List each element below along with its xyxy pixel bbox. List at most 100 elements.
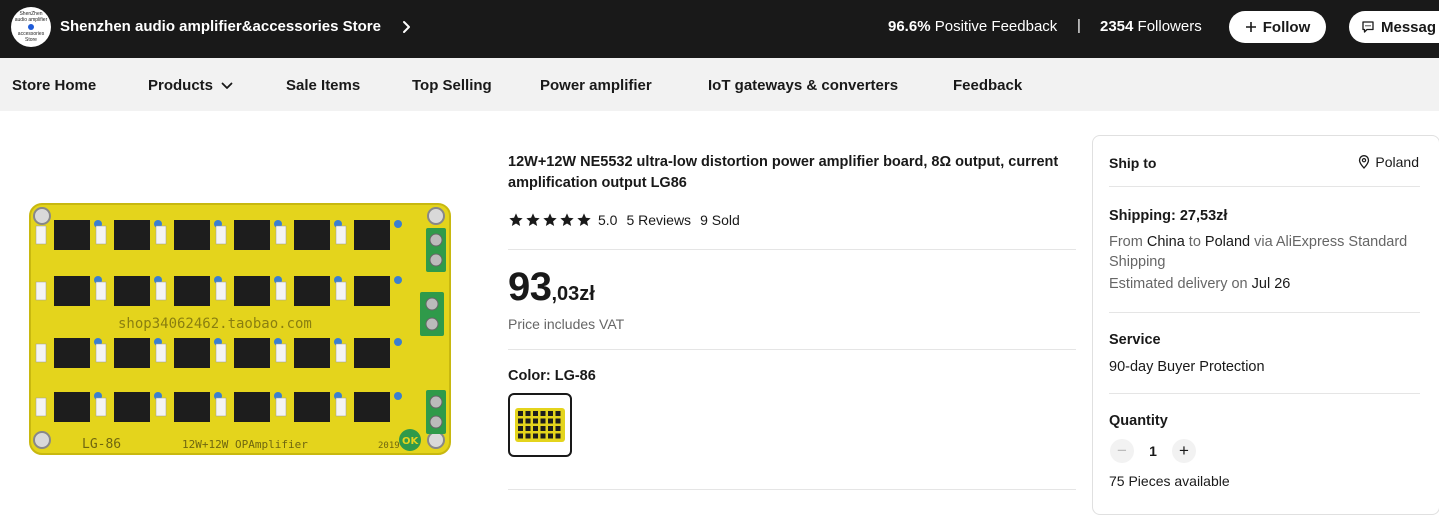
divider bbox=[508, 249, 1076, 250]
location-pin-icon bbox=[1359, 155, 1370, 169]
color-label: Color: LG-86 bbox=[508, 368, 596, 384]
nav-label: Products bbox=[148, 77, 214, 94]
board-resistor bbox=[155, 397, 167, 417]
follow-label: Follow bbox=[1262, 18, 1311, 36]
ship-to-selector[interactable]: Poland bbox=[1358, 154, 1419, 170]
estimated-delivery: Estimated delivery on Jul 26 bbox=[1109, 276, 1290, 292]
nav-label: Feedback bbox=[953, 77, 1023, 94]
board-chip bbox=[234, 338, 270, 368]
swatch-chip bbox=[533, 433, 538, 439]
board-resistor bbox=[215, 397, 227, 417]
board-chip bbox=[234, 392, 270, 422]
board-resistor bbox=[335, 343, 347, 363]
swatch-chip bbox=[548, 418, 553, 424]
from-word: From bbox=[1109, 234, 1143, 250]
board-chip bbox=[174, 338, 210, 368]
nav-power-amplifier[interactable]: Power amplifier bbox=[540, 77, 652, 94]
swatch-chip bbox=[525, 426, 531, 431]
nav-feedback[interactable]: Feedback bbox=[953, 77, 1022, 94]
shipping-route: From China to Poland via AliExpress Stan… bbox=[1109, 232, 1409, 272]
positive-feedback-label: Positive Feedback bbox=[934, 18, 1058, 35]
board-chip bbox=[114, 220, 150, 250]
message-button[interactable]: Messag bbox=[1349, 11, 1439, 43]
star-icon bbox=[560, 213, 574, 226]
delivery-date: Jul 26 bbox=[1251, 276, 1291, 292]
swatch-chip bbox=[540, 433, 546, 439]
swatch-chip bbox=[555, 426, 561, 431]
board-chip bbox=[294, 220, 330, 250]
board-year-text: 2019 bbox=[378, 441, 400, 451]
swatch-chip bbox=[533, 411, 538, 416]
board-resistor bbox=[35, 281, 47, 301]
delivery-prefix: Estimated delivery on bbox=[1109, 276, 1248, 292]
divider bbox=[508, 349, 1076, 350]
nav-iot-gateways[interactable]: IoT gateways & converters bbox=[708, 77, 898, 94]
pieces-available: 75 Pieces available bbox=[1109, 473, 1230, 489]
nav-products[interactable]: Products bbox=[148, 77, 233, 94]
price-decimal: ,03zł bbox=[551, 283, 595, 305]
star-icon bbox=[526, 213, 540, 226]
board-label-text: 12W+12W OPAmplifier bbox=[182, 438, 308, 451]
chevron-down-icon bbox=[221, 82, 233, 89]
nav-store-home[interactable]: Store Home bbox=[12, 77, 96, 94]
board-chip bbox=[54, 220, 90, 250]
board-chip bbox=[294, 392, 330, 422]
board-watermark-text: shop34062462.taobao.com bbox=[118, 316, 312, 332]
swatch-chip bbox=[518, 418, 523, 424]
board-resistor bbox=[215, 281, 227, 301]
store-logo-line: Store bbox=[25, 37, 37, 43]
store-nav: Store Home Products Sale Items Top Selli… bbox=[0, 58, 1439, 111]
divider bbox=[1109, 312, 1420, 313]
nav-top-selling[interactable]: Top Selling bbox=[412, 77, 492, 94]
product-image[interactable]: shop34062462.taobao.com LG-86 12W+12W OP… bbox=[24, 200, 456, 460]
plus-icon bbox=[1245, 22, 1256, 32]
board-chip bbox=[54, 392, 90, 422]
star-rating[interactable] bbox=[508, 212, 592, 228]
board-chip bbox=[54, 338, 90, 368]
board-ok-text: OK bbox=[402, 436, 420, 447]
board-resistor bbox=[95, 397, 107, 417]
color-swatch-lg86[interactable] bbox=[508, 393, 572, 457]
board-capacitor bbox=[394, 392, 402, 400]
board-chip bbox=[114, 276, 150, 306]
nav-label: Top Selling bbox=[412, 77, 492, 94]
board-resistor bbox=[95, 281, 107, 301]
star-icon bbox=[509, 213, 523, 226]
nav-label: Power amplifier bbox=[540, 77, 652, 94]
shipping-panel: Ship to Poland Shipping: 27,53zł From Ch… bbox=[1092, 135, 1439, 515]
star-icon bbox=[577, 213, 591, 226]
board-resistor bbox=[275, 225, 287, 245]
decrease-quantity-button[interactable]: − bbox=[1110, 439, 1134, 463]
board-resistor bbox=[155, 343, 167, 363]
chevron-right-icon[interactable] bbox=[400, 17, 414, 37]
increase-quantity-button[interactable]: + bbox=[1172, 439, 1196, 463]
board-resistor bbox=[95, 225, 107, 245]
board-chip bbox=[114, 338, 150, 368]
quantity-stepper: − 1 + bbox=[1110, 439, 1196, 463]
follow-button[interactable]: Follow bbox=[1229, 11, 1326, 43]
quantity-value[interactable]: 1 bbox=[1134, 443, 1172, 459]
swatch-chip bbox=[540, 426, 546, 431]
store-logo[interactable]: ShenZhen audio amplifier accessories Sto… bbox=[11, 7, 51, 47]
store-name-link[interactable]: Shenzhen audio amplifier&accessories Sto… bbox=[60, 18, 381, 35]
swatch-chip bbox=[555, 418, 561, 424]
store-header: ShenZhen audio amplifier accessories Sto… bbox=[0, 0, 1439, 58]
board-capacitor bbox=[394, 338, 402, 346]
nav-label: IoT gateways & converters bbox=[708, 77, 899, 94]
chat-bubble-icon bbox=[1362, 21, 1374, 33]
positive-feedback-value: 96.6% bbox=[888, 18, 931, 35]
swatch-chip bbox=[540, 418, 546, 424]
header-separator: | bbox=[1077, 17, 1081, 34]
shipping-cost: Shipping: 27,53zł bbox=[1109, 208, 1228, 224]
board-chip bbox=[174, 392, 210, 422]
reviews-link[interactable]: 5 Reviews bbox=[626, 212, 691, 228]
swatch-chip bbox=[525, 433, 531, 439]
divider bbox=[1109, 393, 1420, 394]
message-label: Messag bbox=[1381, 18, 1437, 36]
board-resistor bbox=[155, 281, 167, 301]
board-chip bbox=[354, 276, 390, 306]
service-title: Service bbox=[1109, 332, 1161, 348]
service-value[interactable]: 90-day Buyer Protection bbox=[1109, 359, 1265, 375]
rating-row: 5.0 5 Reviews 9 Sold bbox=[508, 212, 740, 228]
nav-sale-items[interactable]: Sale Items bbox=[286, 77, 360, 94]
